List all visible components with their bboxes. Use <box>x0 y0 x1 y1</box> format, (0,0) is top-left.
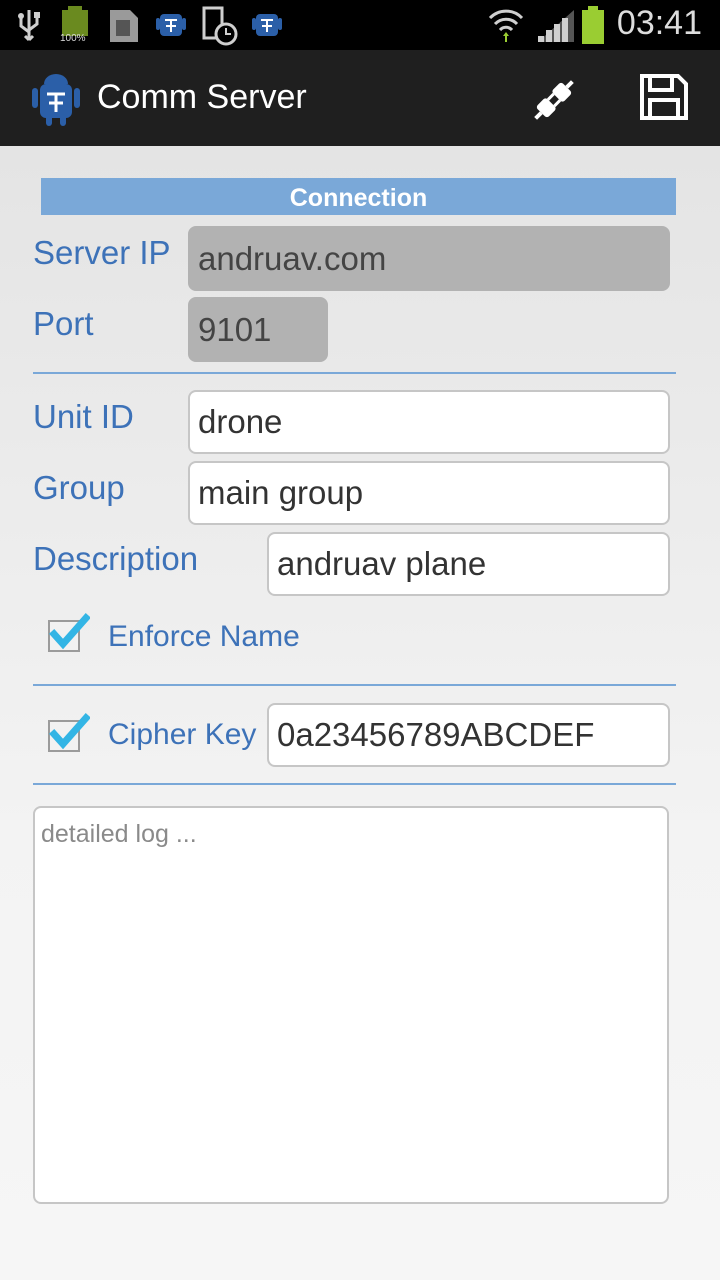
log-placeholder: detailed log ... <box>41 820 197 848</box>
status-bar: 100% 03:41 <box>0 0 720 50</box>
enforce-name-label[interactable]: Enforce Name <box>108 620 300 654</box>
divider <box>33 372 676 374</box>
battery-full-icon: 100% <box>60 6 92 44</box>
battery-percent: 100% <box>60 33 86 44</box>
android-app-icon <box>252 14 282 36</box>
divider <box>33 783 676 785</box>
app-logo-icon <box>32 74 80 126</box>
status-clock: 03:41 <box>616 4 702 42</box>
plug-icon <box>534 80 574 120</box>
server-ip-label: Server IP <box>33 234 171 271</box>
battery-icon <box>582 6 604 44</box>
group-label: Group <box>33 469 125 506</box>
android-app-icon <box>156 14 186 36</box>
description-field[interactable]: andruav plane <box>267 532 670 596</box>
description-label: Description <box>33 540 199 577</box>
sd-card-icon <box>110 10 138 42</box>
connect-button[interactable] <box>522 70 586 130</box>
checkmark-icon <box>49 713 90 750</box>
unit-id-label: Unit ID <box>33 398 134 435</box>
port-field[interactable]: 9101 <box>188 297 328 362</box>
cipher-key-label[interactable]: Cipher Key <box>108 718 256 752</box>
clock-doc-icon <box>202 6 238 46</box>
usb-icon <box>18 10 40 42</box>
section-header: Connection <box>41 178 676 215</box>
wifi-icon <box>488 9 524 42</box>
content-area: Connection Server IP andruav.com Port 91… <box>0 146 720 1280</box>
enforce-name-checkbox[interactable] <box>44 612 94 662</box>
page-title: Comm Server <box>97 78 307 116</box>
cipher-key-field[interactable]: 0a23456789ABCDEF <box>267 703 670 767</box>
server-ip-field[interactable]: andruav.com <box>188 226 670 291</box>
port-label: Port <box>33 305 94 342</box>
save-icon <box>640 74 688 120</box>
cipher-key-checkbox[interactable] <box>44 712 94 762</box>
unit-id-field[interactable]: drone <box>188 390 670 454</box>
action-bar: Comm Server <box>0 50 720 146</box>
checkmark-icon <box>49 613 90 650</box>
group-field[interactable]: main group <box>188 461 670 525</box>
divider <box>33 684 676 686</box>
signal-icon <box>538 10 574 42</box>
log-textarea[interactable]: detailed log ... <box>33 806 669 1204</box>
save-button[interactable] <box>634 70 698 130</box>
